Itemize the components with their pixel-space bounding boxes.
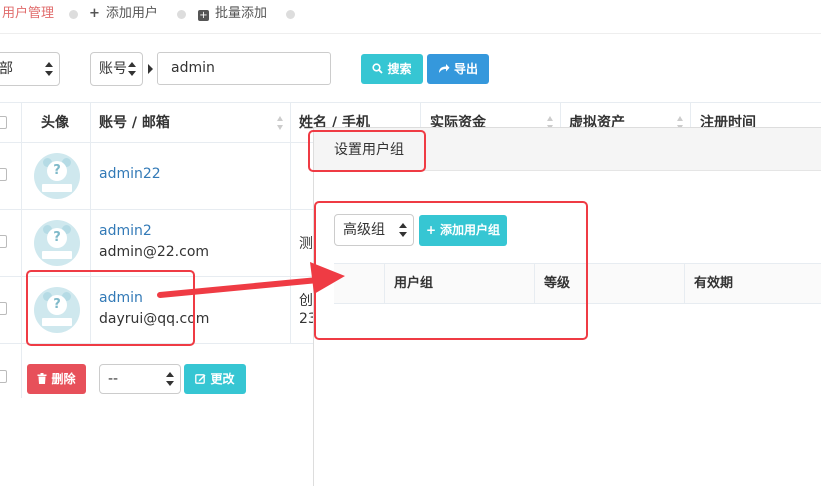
annotation-arrow [157,262,345,298]
